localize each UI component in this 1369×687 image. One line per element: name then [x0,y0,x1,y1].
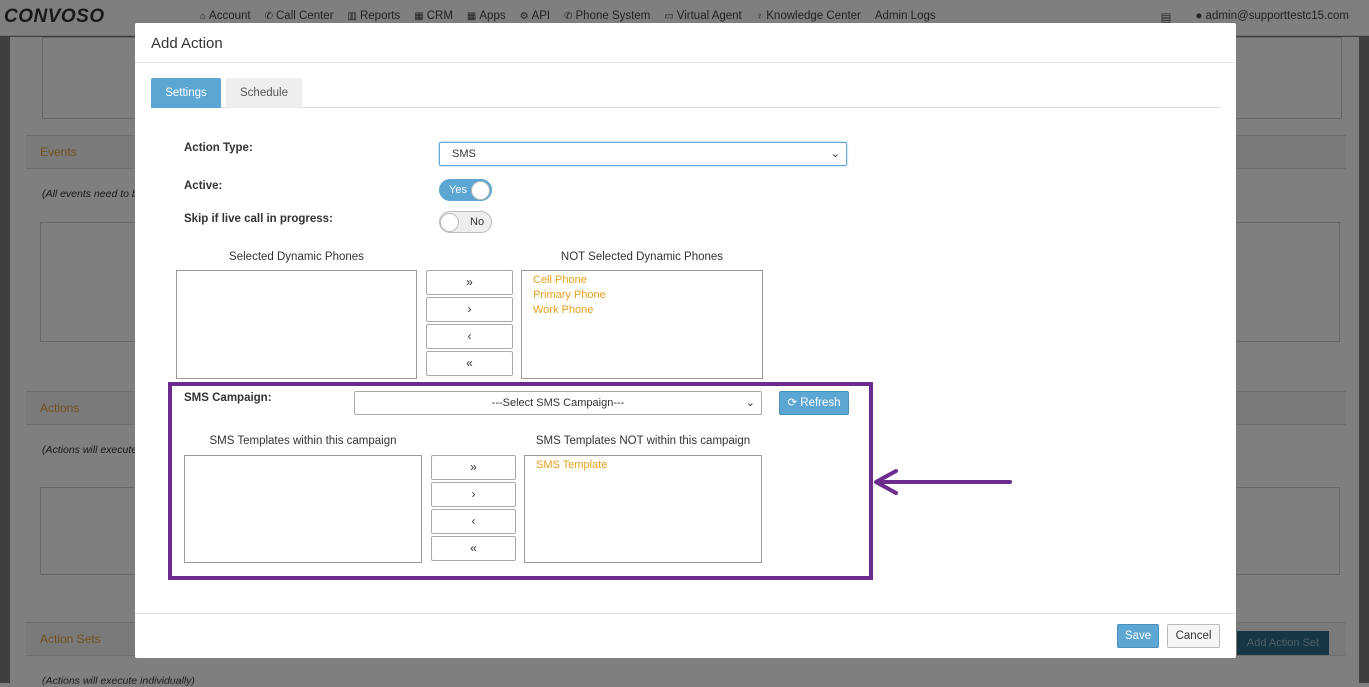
toggle-knob [471,181,490,200]
template-move-left-button[interactable]: ‹ [431,509,516,534]
skip-toggle-text: No [470,216,485,228]
refresh-label: Refresh [800,397,841,409]
annotation-arrow-icon [874,469,1012,495]
move-left-button[interactable]: ‹ [426,324,513,349]
sms-templates-not-within-list[interactable]: SMS Template [524,455,762,563]
move-all-left-button[interactable]: « [426,351,513,376]
sms-templates-not-within-title: SMS Templates NOT within this campaign [535,435,751,447]
template-move-right-button[interactable]: › [431,482,516,507]
skip-live-call-label: Skip if live call in progress: [184,213,333,225]
active-toggle-text: Yes [449,184,467,196]
tab-schedule[interactable]: Schedule [226,78,302,108]
list-item[interactable]: Primary Phone [533,288,762,303]
skip-live-call-toggle[interactable]: No [439,211,492,233]
action-type-label: Action Type: [184,142,253,154]
modal-title: Add Action [151,35,223,52]
cancel-button[interactable]: Cancel [1167,624,1220,648]
refresh-button[interactable]: ⟳ Refresh [779,391,849,415]
not-selected-dynamic-phones-title: NOT Selected Dynamic Phones [560,251,724,263]
move-right-button[interactable]: › [426,297,513,322]
move-all-right-button[interactable]: » [426,270,513,295]
modal-header: Add Action [135,23,1236,63]
modal-tabs: Settings Schedule [151,78,1220,108]
modal-footer-divider [135,613,1236,614]
tab-settings[interactable]: Settings [151,78,221,108]
chevron-down-icon: ⌄ [830,148,840,160]
refresh-icon: ⟳ [787,397,798,409]
list-item[interactable]: Cell Phone [533,273,762,288]
sms-templates-within-list[interactable] [184,455,422,563]
sms-templates-within-title: SMS Templates within this campaign [209,435,397,447]
sms-campaign-label: SMS Campaign: [184,392,272,404]
template-move-all-right-button[interactable]: » [431,455,516,480]
list-item[interactable]: Work Phone [533,303,762,318]
active-label: Active: [184,180,223,192]
toggle-knob [440,213,459,232]
selected-dynamic-phones-list[interactable] [176,270,417,379]
list-item[interactable]: SMS Template [536,458,761,473]
chevron-down-icon: ⌄ [745,397,755,409]
active-toggle[interactable]: Yes [439,179,492,201]
action-type-select[interactable]: SMS ⌄ [439,142,847,166]
sms-campaign-placeholder: ---Select SMS Campaign--- [491,397,625,409]
not-selected-dynamic-phones-list[interactable]: Cell Phone Primary Phone Work Phone [521,270,763,379]
action-type-value: SMS [452,148,476,160]
selected-dynamic-phones-title: Selected Dynamic Phones [229,251,364,263]
template-move-all-left-button[interactable]: « [431,536,516,561]
add-action-modal: Add Action Settings Schedule Action Type… [135,23,1236,658]
sms-campaign-select[interactable]: ---Select SMS Campaign--- ⌄ [354,391,762,415]
save-button[interactable]: Save [1117,624,1159,648]
